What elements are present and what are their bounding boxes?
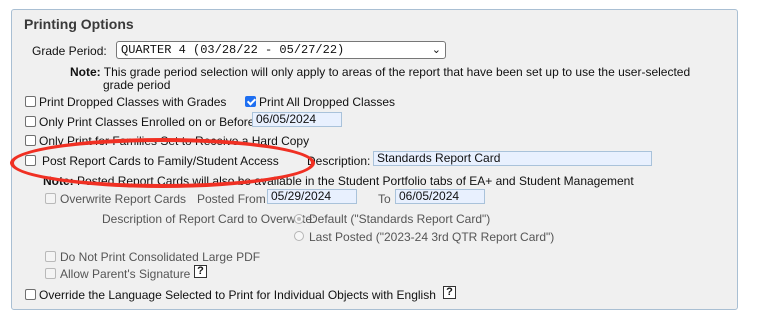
help-icon[interactable]: ? bbox=[194, 265, 207, 278]
print-dropped-label: Print Dropped Classes with Grades bbox=[39, 95, 227, 109]
posted-from-input[interactable]: 05/29/2024 bbox=[267, 189, 357, 204]
only-enrolled-label: Only Print Classes Enrolled on or Before bbox=[39, 115, 255, 129]
radio-default-label: Default ("Standards Report Card") bbox=[309, 212, 491, 226]
grade-period-note-continued: grade period bbox=[103, 78, 171, 92]
print-dropped-checkbox[interactable] bbox=[25, 96, 36, 107]
chevron-down-icon: ⌄ bbox=[431, 43, 441, 56]
note-text: This grade period selection will only ap… bbox=[103, 65, 691, 79]
description-label: Description: bbox=[307, 154, 371, 168]
parent-signature-label: Allow Parent's Signature bbox=[60, 267, 191, 281]
grade-period-label: Grade Period: bbox=[32, 44, 107, 58]
posted-note-label: Note: bbox=[43, 174, 74, 188]
radio-default-description[interactable] bbox=[294, 214, 304, 224]
overwrite-report-cards-checkbox[interactable] bbox=[45, 193, 56, 204]
no-large-pdf-checkbox[interactable] bbox=[45, 251, 56, 262]
grade-period-select[interactable]: QUARTER 4 (03/28/22 - 05/27/22) ⌄ bbox=[116, 41, 446, 59]
to-label: To bbox=[378, 192, 391, 206]
note-label: Note: bbox=[70, 65, 101, 79]
overwrite-description-label: Description of Report Card to Overwrite: bbox=[102, 212, 316, 226]
description-input[interactable]: Standards Report Card bbox=[373, 151, 652, 166]
print-all-dropped-label: Print All Dropped Classes bbox=[259, 95, 396, 109]
radio-last-posted[interactable] bbox=[294, 231, 304, 241]
post-report-cards-checkbox[interactable] bbox=[25, 155, 36, 166]
parent-signature-checkbox[interactable] bbox=[45, 268, 56, 279]
help-icon[interactable]: ? bbox=[443, 286, 456, 299]
posted-to-input[interactable]: 06/05/2024 bbox=[395, 189, 485, 204]
panel-title: Printing Options bbox=[24, 16, 134, 32]
posted-note-text: Posted Report Cards will also be availab… bbox=[77, 174, 634, 188]
posted-from-label: Posted From bbox=[197, 192, 266, 206]
posted-note: Note: Posted Report Cards will also be a… bbox=[43, 174, 634, 188]
grade-period-value: QUARTER 4 (03/28/22 - 05/27/22) bbox=[121, 43, 345, 57]
only-enrolled-checkbox[interactable] bbox=[25, 116, 36, 127]
enrolled-before-date-input[interactable]: 06/05/2024 bbox=[252, 112, 342, 127]
no-large-pdf-label: Do Not Print Consolidated Large PDF bbox=[60, 250, 261, 264]
only-families-label: Only Print for Families Set to Receive a… bbox=[39, 134, 310, 148]
grade-period-note: Note: This grade period selection will o… bbox=[70, 65, 690, 79]
only-families-checkbox[interactable] bbox=[25, 135, 36, 146]
override-language-checkbox[interactable] bbox=[25, 289, 36, 300]
print-all-dropped-checkbox[interactable] bbox=[245, 96, 256, 107]
printing-options-panel: Printing Options Grade Period: QUARTER 4… bbox=[11, 9, 738, 310]
radio-last-posted-label: Last Posted ("2023-24 3rd QTR Report Car… bbox=[309, 230, 555, 244]
post-report-cards-label: Post Report Cards to Family/Student Acce… bbox=[42, 154, 279, 168]
override-language-label: Override the Language Selected to Print … bbox=[39, 288, 436, 302]
overwrite-report-cards-label: Overwrite Report Cards bbox=[60, 192, 187, 206]
